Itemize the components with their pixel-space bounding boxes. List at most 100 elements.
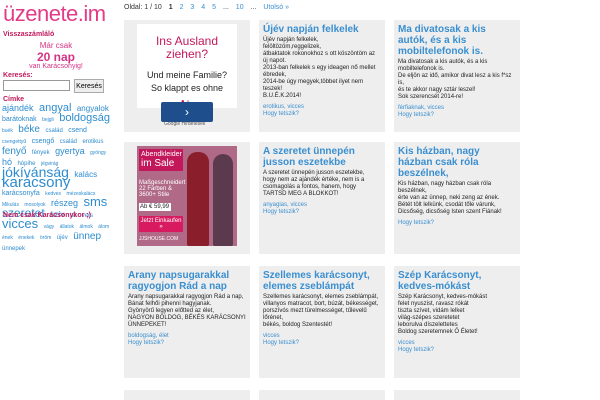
ad-headline: Ins Ausland (155, 34, 219, 48)
post-card: Szép Karácsonyt, kedves-mókást Szép Kará… (394, 266, 520, 378)
post-tags[interactable]: erotikus, vicces (263, 104, 381, 111)
ad-price: Ab € 59,99 (139, 203, 171, 211)
post-card (124, 390, 250, 400)
tag-link[interactable]: állatok (60, 224, 74, 230)
tag-link[interactable]: buék (2, 128, 13, 134)
rate-link[interactable]: Hogy tetszik? (263, 209, 381, 216)
tag-link[interactable]: ünnep (73, 231, 101, 242)
rate-link[interactable]: Hogy tetszik? (398, 347, 516, 354)
tag-link[interactable]: ajándék (2, 103, 34, 113)
tag-link[interactable]: álom (98, 224, 109, 230)
countdown-value: 20 nap (36, 50, 75, 64)
rate-link[interactable]: Hogy tetszik? (263, 111, 381, 118)
countdown-suffix: van Karácsonyig! (29, 63, 83, 70)
tag-link[interactable]: ünnepek (2, 246, 25, 252)
tag-link[interactable]: barátoknak (2, 116, 37, 123)
page-ellipsis: ... (250, 4, 257, 11)
tag-link[interactable]: béke (18, 124, 40, 135)
post-tags[interactable]: anyagias, vicces (263, 202, 381, 209)
sidebar: üzenete.im Visszaszámláló Már csak 20 na… (0, 0, 112, 400)
countdown-prefix: Már csak (39, 41, 73, 50)
rate-link[interactable]: Hogy tetszik? (128, 340, 246, 347)
tag-link[interactable]: fenyő (2, 146, 26, 157)
post-card: Újév napján felkelek Újév napján felkele… (259, 20, 385, 132)
page-link[interactable]: 1 (169, 4, 173, 11)
next-page-link[interactable]: Utolsó » (263, 4, 289, 11)
dress-image (213, 154, 233, 246)
page-link[interactable]: 10 (236, 4, 244, 11)
post-title[interactable]: Kis házban, nagy házban csak róla beszél… (398, 146, 516, 179)
tag-link[interactable]: álmok (80, 224, 93, 230)
post-card: Arany napsugarakkal ragyogjon Rád a nap … (124, 266, 250, 378)
page-label: Oldal: 1 / 10 (124, 4, 162, 11)
tag-link[interactable]: család (45, 128, 62, 134)
tag-link[interactable]: újév (57, 235, 68, 241)
tag-link[interactable]: csengettyű (2, 139, 26, 145)
tag-link[interactable]: ének (2, 235, 13, 241)
tag-link[interactable]: család (60, 139, 77, 145)
tag-link[interactable]: fények (32, 150, 50, 156)
ad-content: Ins Ausland ziehen? Und meine Familie? S… (137, 24, 237, 108)
tag-link[interactable]: kedves (45, 191, 61, 197)
post-card: Ma divatosak a kis autók, és a kis mobil… (394, 20, 520, 132)
tag-link[interactable]: részeg (51, 198, 78, 208)
ad-banner-ausland[interactable]: Ins Ausland ziehen? Und meine Familie? S… (124, 20, 250, 132)
pagination: Oldal: 1 / 10 1 2 3 4 5 ... 10 ... Utols… (124, 4, 294, 11)
rate-link[interactable]: Hogy tetszik? (263, 340, 381, 347)
tag-link[interactable]: vágy (44, 224, 55, 230)
tag-link[interactable]: karácsonyfa (2, 190, 40, 197)
ad-shop-button[interactable]: Jetzt Einkaufen » (139, 216, 183, 232)
ad-arrow-button[interactable]: › (161, 102, 213, 122)
post-title[interactable]: Újév napján felkelek (263, 24, 381, 35)
tag-link[interactable]: csend (68, 127, 87, 134)
post-tags[interactable]: vicces (398, 340, 516, 347)
ad-brand: JJSHOUSE.COM (139, 236, 179, 242)
tag-link[interactable]: karácsony (2, 174, 70, 191)
post-card: A szeretet ünnepén jusson eszetekbe A sz… (259, 142, 385, 254)
tag-link[interactable]: énekek (18, 235, 34, 241)
page-link[interactable]: 5 (212, 4, 216, 11)
post-body: Szép Karácsonyt, kedves-mókást felet nyu… (398, 294, 488, 335)
nemcsak-link[interactable]: Nem csak Karácsonykor ;) (3, 212, 91, 219)
post-tags[interactable]: vicces (263, 333, 381, 340)
post-body: Újév napján felkelek, felöltözöm,reggeli… (263, 37, 376, 99)
chevron-right-icon: › (185, 105, 189, 119)
dress-image (187, 152, 209, 246)
post-body: Ma divatosak a kis autók, és a kis mobil… (398, 59, 512, 100)
tag-link[interactable]: öröm (40, 235, 51, 241)
post-title[interactable]: A szeretet ünnepén jusson eszetekbe (263, 146, 381, 168)
post-card: Kis házban, nagy házban csak róla beszél… (394, 142, 520, 254)
tag-link[interactable]: gyertya (55, 146, 85, 156)
post-body: Arany napsugarakkal ragyogjon Rád a nap,… (128, 294, 246, 328)
tag-link[interactable]: erotikus (82, 139, 103, 145)
page-link[interactable]: 3 (190, 4, 194, 11)
post-tags[interactable]: boldogság, élet (128, 333, 246, 340)
site-logo[interactable]: üzenete.im (3, 1, 106, 27)
page-ellipsis: ... (223, 4, 229, 11)
post-body: A szeretet ünnepén jusson eszetekbe, hog… (263, 170, 365, 197)
post-title[interactable]: Arany napsugarakkal ragyogjon Rád a nap (128, 270, 246, 292)
rate-link[interactable]: Hogy tetszik? (398, 112, 516, 119)
page-link[interactable]: 4 (201, 4, 205, 11)
rate-link[interactable]: Hogy tetszik? (398, 220, 516, 227)
post-body: Szellemes karácsonyt, elemes zseblámpát,… (263, 294, 379, 328)
ad-headline: Abendkleider im Sale (139, 149, 183, 171)
search-input[interactable] (3, 80, 70, 91)
post-title[interactable]: Szép Karácsonyt, kedves-mókást (398, 270, 516, 292)
ad-text: Und meine Familie? (146, 70, 228, 80)
tag-cloud: ajándék angyal angyalok barátoknak bejgl… (2, 103, 112, 253)
search-button[interactable]: Keresés (74, 79, 104, 93)
tag-link[interactable]: boldogság (59, 112, 110, 124)
post-title[interactable]: Szellemes karácsonyt, elemes zseblámpát (263, 270, 381, 292)
tag-link[interactable]: sms (83, 194, 107, 209)
tag-link[interactable]: gyöngy (90, 150, 106, 156)
post-tags[interactable]: férfiaknak, vicces (398, 105, 516, 112)
ad-attribution[interactable]: Google Hirdetések (164, 121, 205, 127)
page-link[interactable]: 2 (180, 4, 184, 11)
post-body: Kis házban, nagy házban csak róla beszél… (398, 181, 502, 215)
tag-link[interactable]: kalács (74, 170, 97, 179)
tag-link[interactable]: csengő (32, 138, 55, 145)
ad-banner-dresses[interactable]: Abendkleider im Sale Maßgeschneidert 22 Fa… (124, 142, 250, 254)
tag-link[interactable]: bejgli (42, 117, 54, 123)
post-title[interactable]: Ma divatosak a kis autók, és a kis mobil… (398, 24, 516, 57)
